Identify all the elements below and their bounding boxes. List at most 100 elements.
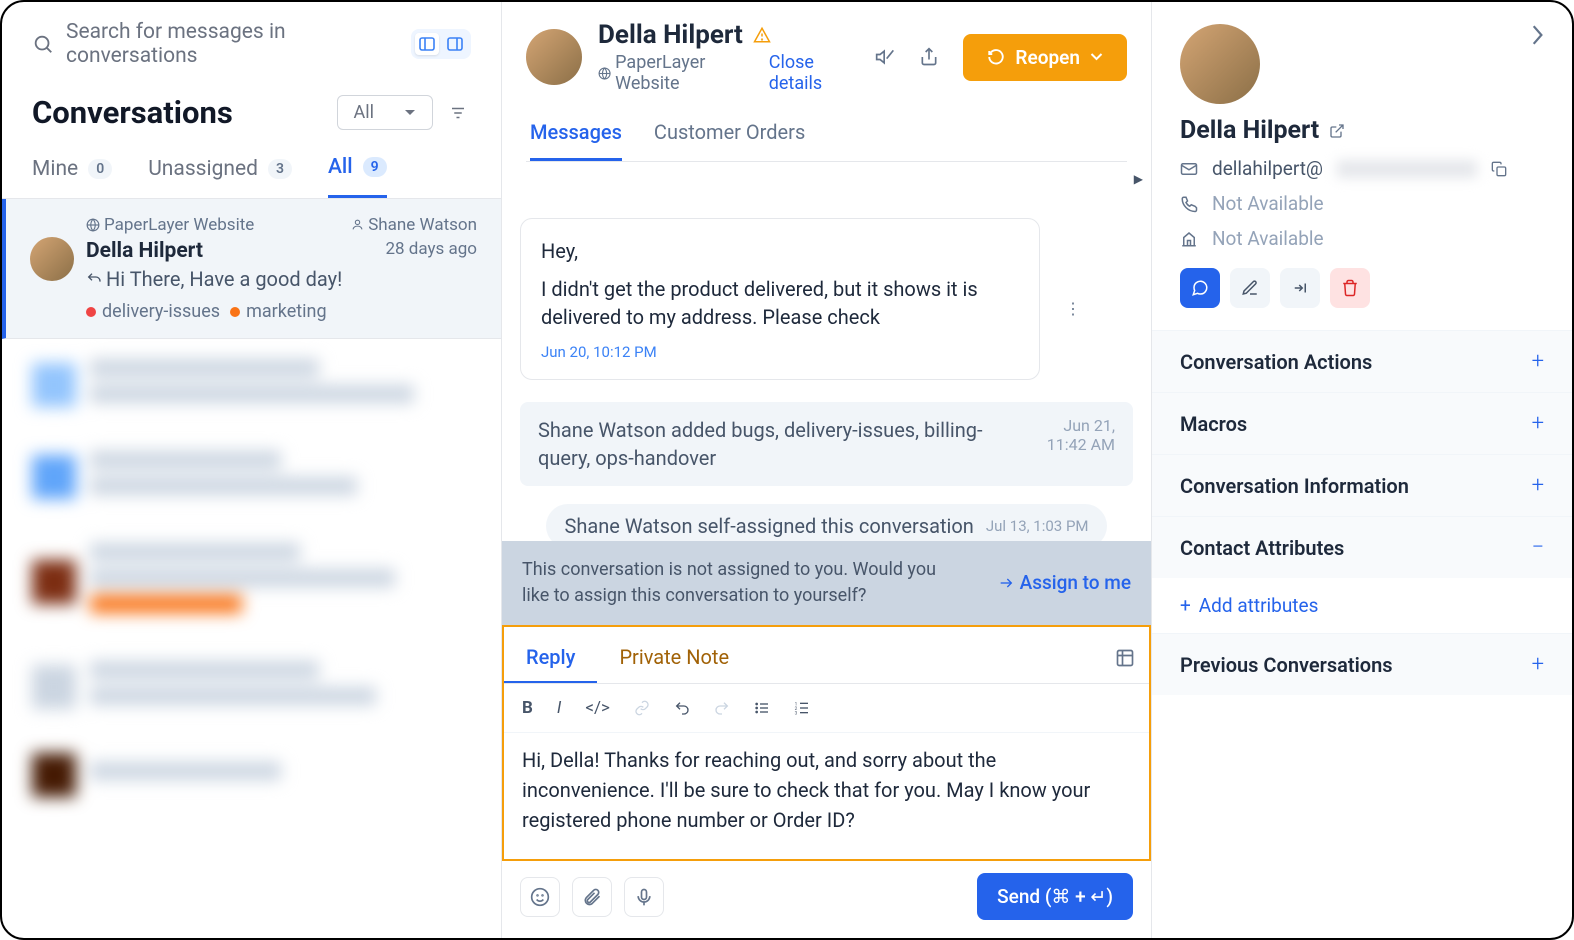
- new-conversation-button[interactable]: [1180, 268, 1220, 308]
- contact-details-panel: Della Hilpert dellahilpert@ Not Availabl…: [1152, 2, 1572, 938]
- mail-icon: [1180, 160, 1198, 178]
- bullet-list-button[interactable]: [754, 698, 770, 718]
- assign-to-me-link[interactable]: Assign to me: [998, 571, 1131, 594]
- section-title: Contact Attributes: [1180, 536, 1344, 560]
- person-icon: [351, 218, 364, 231]
- audio-button[interactable]: [624, 877, 664, 917]
- copy-icon[interactable]: [1491, 161, 1507, 177]
- chat-body: ▶ Hey, I didn't get the product delivere…: [502, 162, 1151, 541]
- tab-customer-orders[interactable]: Customer Orders: [654, 120, 805, 161]
- add-attributes-link[interactable]: + Add attributes: [1152, 578, 1572, 633]
- layout-expand-button[interactable]: [443, 33, 467, 55]
- avatar: [30, 237, 74, 281]
- filter-icon[interactable]: [445, 100, 471, 126]
- reply-tab-private-note[interactable]: Private Note: [597, 633, 751, 683]
- redo-button[interactable]: [714, 698, 730, 718]
- svg-text:3: 3: [795, 711, 798, 716]
- status-dropdown[interactable]: All: [337, 95, 434, 130]
- conversation-source: PaperLayer Website: [86, 215, 254, 235]
- tab-unassigned[interactable]: Unassigned 3: [148, 155, 292, 198]
- pill-text: Shane Watson self-assigned this conversa…: [564, 514, 973, 538]
- section-macros[interactable]: Macros +: [1152, 392, 1572, 454]
- globe-icon: [598, 66, 611, 81]
- code-button[interactable]: </>: [585, 698, 610, 718]
- search-input[interactable]: Search for messages in conversations: [66, 20, 399, 68]
- conversation-content: PaperLayer Website Shane Watson Della Hi…: [86, 215, 477, 322]
- plus-icon: +: [1532, 411, 1544, 436]
- section-title: Previous Conversations: [1180, 653, 1393, 677]
- reply-footer: Send (⌘ + ↵): [502, 861, 1151, 938]
- tab-count-badge: 0: [88, 159, 112, 179]
- section-conversation-actions[interactable]: Conversation Actions +: [1152, 330, 1572, 392]
- tab-mine[interactable]: Mine 0: [32, 155, 112, 198]
- conversation-list-panel: Search for messages in conversations Con…: [2, 2, 502, 938]
- conversation-preview: Hi There, Have a good day!: [86, 267, 477, 291]
- tab-all[interactable]: All 9: [328, 155, 387, 198]
- expand-contact-icon[interactable]: [1530, 24, 1544, 46]
- conversation-list-item[interactable]: PaperLayer Website Shane Watson Della Hi…: [2, 199, 501, 339]
- conversation-time: 28 days ago: [385, 239, 477, 259]
- system-pill-row: Shane Watson self-assigned this conversa…: [520, 504, 1133, 541]
- email-text: dellahilpert@: [1212, 157, 1323, 180]
- section-previous-conversations[interactable]: Previous Conversations +: [1152, 633, 1572, 695]
- email-blurred: [1337, 160, 1477, 178]
- contact-card: Della Hilpert dellahilpert@ Not Availabl…: [1152, 2, 1572, 330]
- merge-contact-button[interactable]: [1280, 268, 1320, 308]
- chat-contact-name: Della Hilpert: [598, 20, 743, 50]
- tab-messages[interactable]: Messages: [530, 120, 622, 161]
- layout-split-button[interactable]: [415, 33, 439, 55]
- pill-time: Jul 13, 1:03 PM: [986, 517, 1089, 535]
- tab-label: Mine: [32, 157, 78, 181]
- reply-tab-reply[interactable]: Reply: [504, 633, 597, 683]
- tag-delivery-issues: delivery-issues: [86, 301, 220, 322]
- plus-icon: +: [1532, 349, 1544, 374]
- reply-box: Reply Private Note B I </>: [502, 625, 1151, 861]
- emoji-button[interactable]: [520, 877, 560, 917]
- share-icon[interactable]: [919, 47, 939, 67]
- mute-icon[interactable]: [875, 47, 895, 67]
- plus-icon: +: [1532, 473, 1544, 498]
- bold-button[interactable]: B: [522, 698, 533, 718]
- send-button[interactable]: Send (⌘ + ↵): [977, 873, 1133, 920]
- arrow-right-icon: [998, 575, 1014, 591]
- system-pill: Shane Watson self-assigned this conversa…: [546, 504, 1106, 541]
- conversation-tags: delivery-issues marketing: [86, 301, 477, 322]
- section-conversation-info[interactable]: Conversation Information +: [1152, 454, 1572, 516]
- ordered-list-button[interactable]: 123: [794, 698, 810, 718]
- message-more-icon[interactable]: ⋮: [1065, 299, 1081, 318]
- reply-tabs: Reply Private Note: [504, 627, 1149, 684]
- tag-dot: [86, 307, 96, 317]
- reopen-button[interactable]: Reopen: [963, 34, 1127, 81]
- undo-button[interactable]: [674, 698, 690, 718]
- attachment-button[interactable]: [572, 877, 612, 917]
- warning-icon: [753, 26, 771, 44]
- search-icon[interactable]: [32, 33, 54, 55]
- section-title: Conversation Information: [1180, 474, 1409, 498]
- preview-text: Hi There, Have a good day!: [106, 267, 342, 291]
- format-toolbar: B I </> 123: [504, 684, 1149, 733]
- chat-tabs: Messages Customer Orders: [526, 102, 1127, 162]
- layout-toggle-group: [411, 29, 471, 59]
- source-label: PaperLayer Website: [104, 215, 254, 235]
- conversation-tabs: Mine 0 Unassigned 3 All 9: [2, 131, 501, 199]
- tag-dot: [230, 307, 240, 317]
- link-button[interactable]: [634, 698, 650, 718]
- chat-header: Della Hilpert PaperLayer Website Close d…: [502, 2, 1151, 162]
- reply-arrow-icon: [86, 271, 102, 287]
- add-attr-label: Add attributes: [1199, 594, 1319, 617]
- external-link-icon[interactable]: [1329, 123, 1345, 139]
- delete-contact-button[interactable]: [1330, 268, 1370, 308]
- edit-contact-button[interactable]: [1230, 268, 1270, 308]
- collapse-handle-icon[interactable]: ▶: [1134, 172, 1143, 186]
- italic-button[interactable]: I: [557, 698, 561, 718]
- status-dropdown-label: All: [354, 102, 375, 123]
- expand-editor-icon[interactable]: [1115, 648, 1135, 668]
- section-contact-attributes[interactable]: Contact Attributes −: [1152, 516, 1572, 578]
- system-event-text: Shane Watson added bugs, delivery-issues…: [538, 416, 1029, 472]
- contact-name: Della Hilpert: [1180, 116, 1319, 145]
- conversation-agent: Shane Watson: [351, 215, 477, 235]
- chevron-down-icon: [1090, 53, 1103, 61]
- close-details-link[interactable]: Close details: [769, 52, 860, 94]
- source-label: PaperLayer Website: [615, 52, 755, 94]
- reply-textarea[interactable]: Hi, Della! Thanks for reaching out, and …: [504, 733, 1149, 859]
